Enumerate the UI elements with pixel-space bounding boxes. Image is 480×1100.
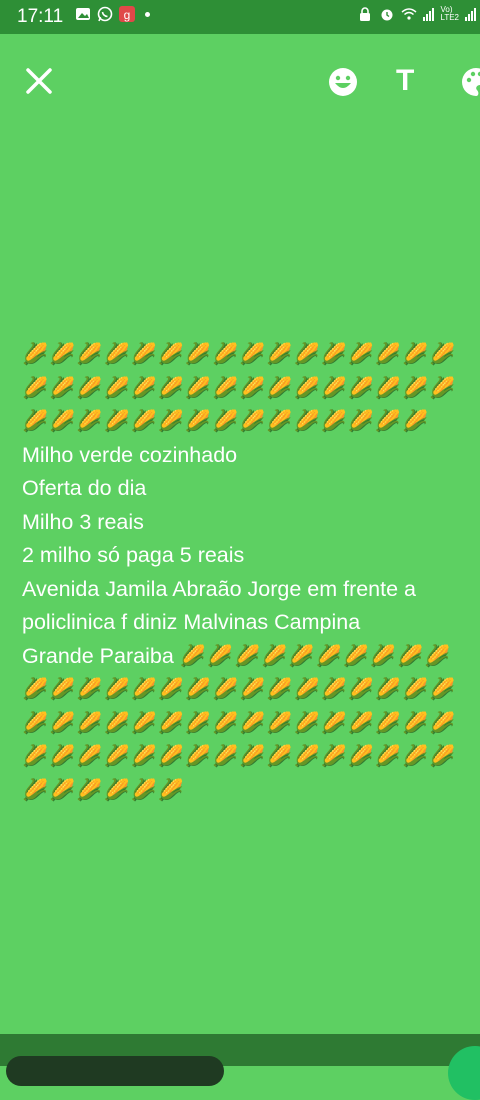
corn-emoji-row: 🌽🌽🌽🌽🌽🌽🌽🌽🌽🌽🌽🌽🌽🌽🌽 — [22, 410, 430, 433]
text-line-address-2: policlinica f diniz Malvinas Campina — [22, 610, 361, 634]
corn-emoji-row: 🌽🌽🌽🌽🌽🌽🌽🌽🌽🌽🌽🌽🌽🌽🌽🌽 — [22, 343, 457, 366]
app-notification-icon: g — [119, 6, 135, 22]
system-icons: Vo) LTE2 — [357, 6, 476, 22]
text-line-city: Grande Paraiba 🌽🌽🌽🌽🌽🌽🌽🌽🌽🌽 — [22, 640, 478, 674]
corn-emoji-row: 🌽🌽🌽🌽🌽🌽🌽🌽🌽🌽🌽🌽🌽🌽🌽🌽 — [22, 711, 457, 735]
corn-emoji-row: 🌽🌽🌽🌽🌽🌽 — [22, 778, 185, 802]
more-notifications-dot — [145, 11, 150, 17]
signal-icon — [423, 7, 435, 21]
corn-emoji-row: 🌽🌽🌽🌽🌽🌽🌽🌽🌽🌽🌽🌽🌽🌽🌽🌽 — [22, 678, 457, 701]
text-line-price: Milho 3 reais — [22, 509, 144, 534]
notification-icons: g — [75, 6, 150, 22]
gallery-icon — [76, 8, 90, 20]
wifi-icon — [401, 8, 417, 20]
status-bar: 17:11 g Vo) LTE2 — [0, 0, 480, 34]
signal-icon-2 — [465, 7, 476, 21]
emoji-icon[interactable] — [327, 66, 359, 98]
text-line-address: Avenida Jamila Abraão Jorge em frente a — [22, 576, 417, 601]
caption-input[interactable] — [6, 1056, 224, 1086]
status-text-body[interactable]: 🌽🌽🌽🌽🌽🌽🌽🌽🌽🌽🌽🌽🌽🌽🌽🌽 🌽🌽🌽🌽🌽🌽🌽🌽🌽🌽🌽🌽🌽🌽🌽🌽 🌽🌽🌽🌽🌽🌽… — [22, 338, 478, 807]
whatsapp-icon — [97, 6, 113, 22]
status-time: 17:11 — [17, 6, 64, 27]
corn-emoji-row: 🌽🌽🌽🌽🌽🌽🌽🌽🌽🌽🌽🌽🌽🌽🌽🌽 — [22, 376, 457, 400]
corn-emoji-run: 🌽🌽🌽🌽🌽🌽🌽🌽🌽🌽 — [179, 644, 452, 668]
corn-emoji-row: 🌽🌽🌽🌽🌽🌽🌽🌽🌽🌽🌽🌽🌽🌽🌽🌽 — [22, 745, 457, 768]
svg-text:g: g — [124, 8, 131, 22]
network-label: Vo) LTE2 — [440, 5, 459, 22]
text-line-deal: 2 milho só paga 5 reais — [22, 543, 245, 567]
close-icon[interactable] — [22, 64, 56, 98]
lock-icon — [360, 7, 371, 21]
text-line-offer: Oferta do dia — [22, 476, 147, 500]
text-tool-button[interactable]: T — [396, 64, 414, 98]
alarm-icon — [381, 9, 393, 21]
text-line-product: Milho verde cozinhado — [22, 442, 238, 467]
city-text: Grande Paraiba — [22, 643, 180, 668]
palette-icon[interactable] — [460, 66, 480, 98]
status-editor-toolbar: T — [0, 34, 480, 130]
